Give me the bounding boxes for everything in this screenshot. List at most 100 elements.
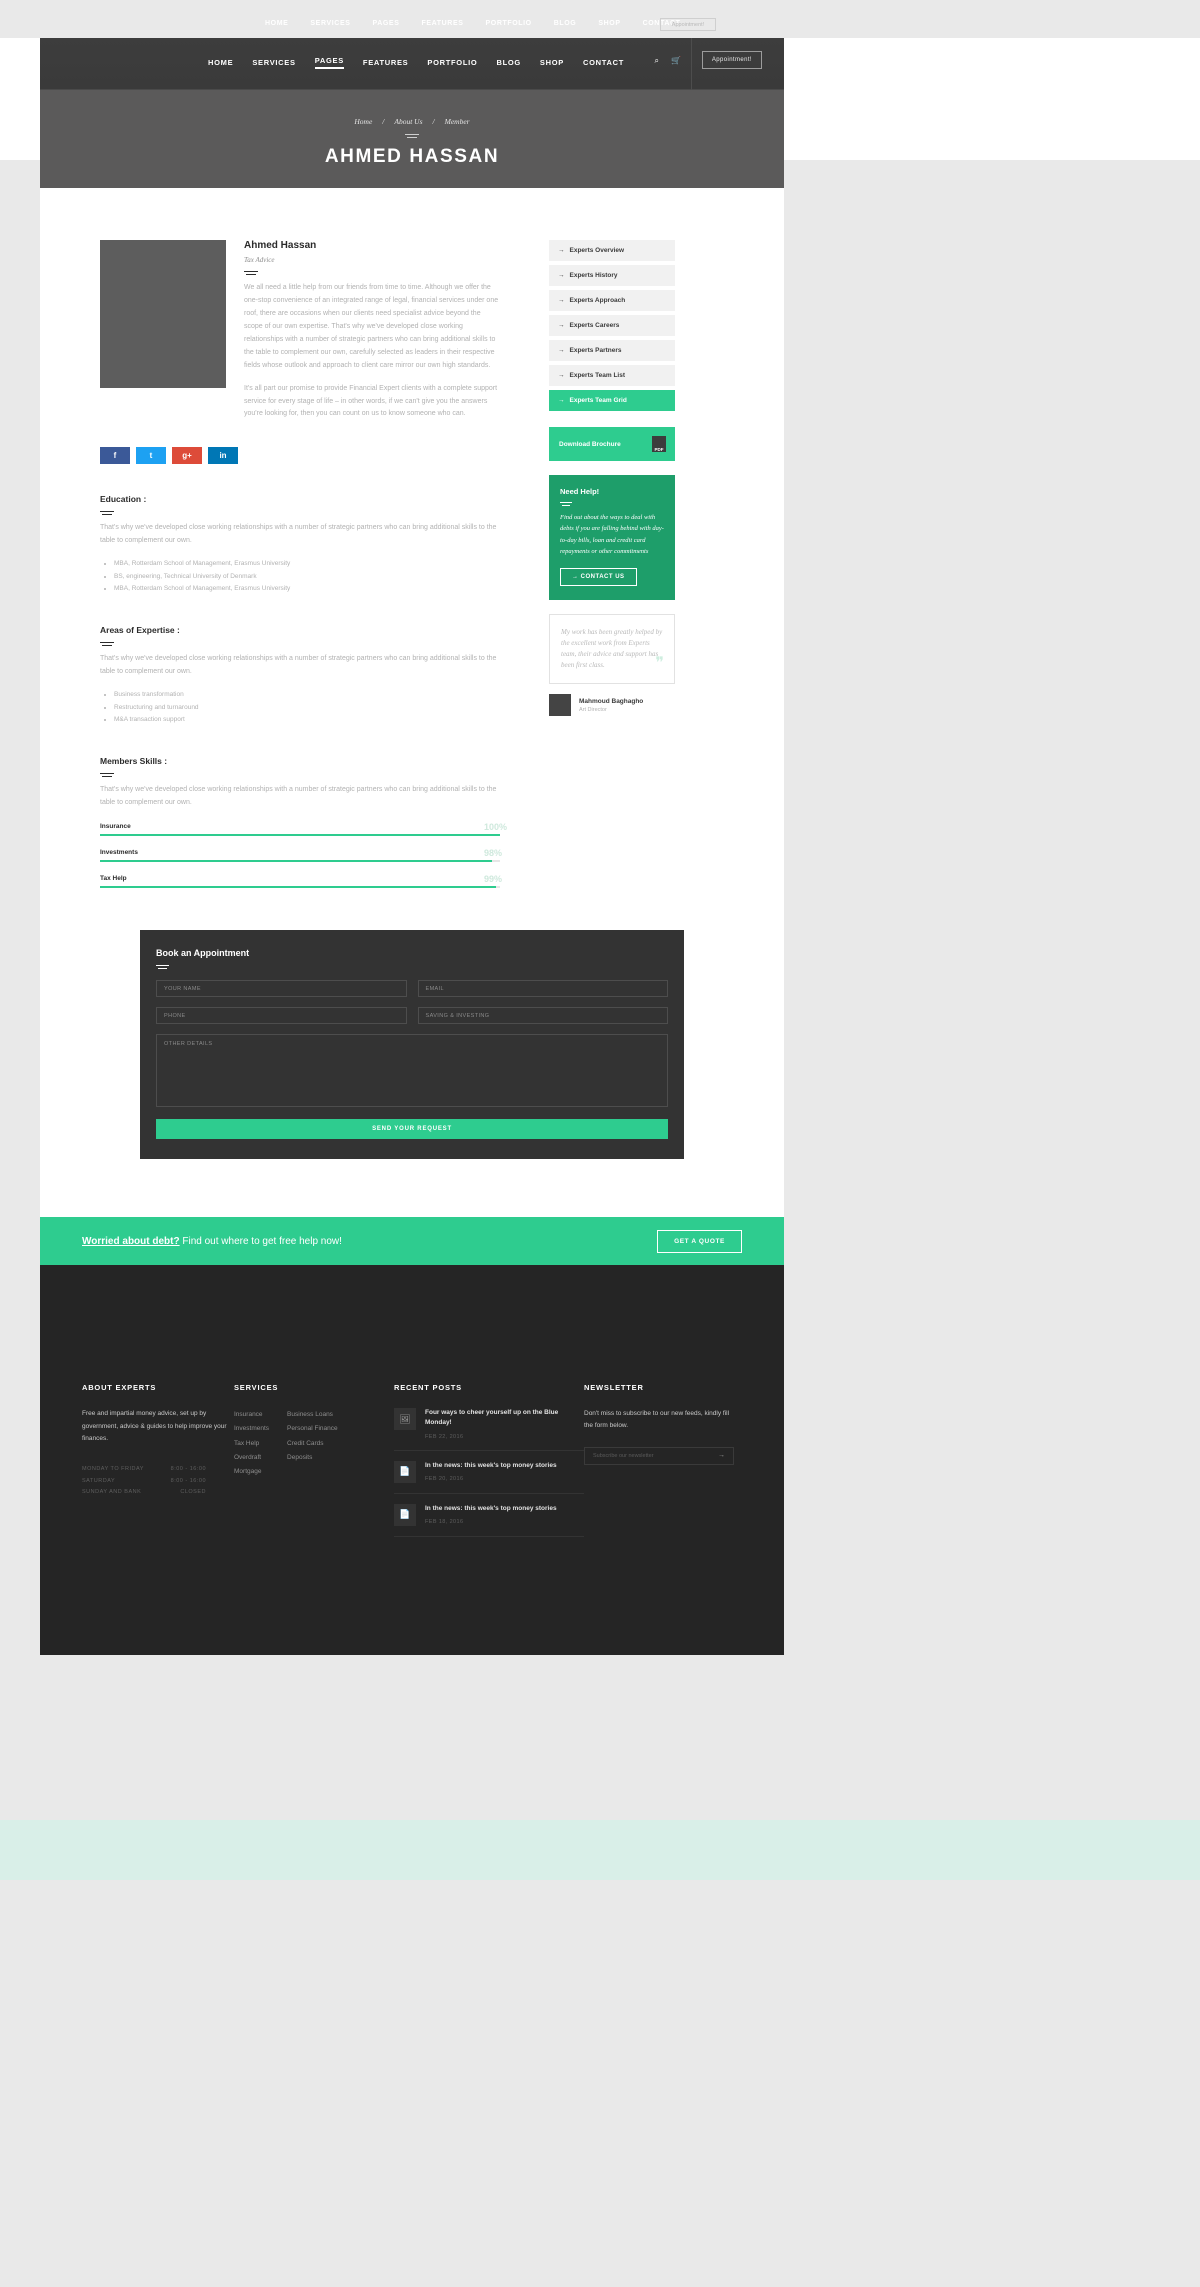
breadcrumb-item[interactable]: Member bbox=[445, 117, 470, 126]
newsletter-submit-icon[interactable]: → bbox=[718, 1452, 725, 1459]
sidebar-item-experts-team-grid[interactable]: → Experts Team Grid bbox=[549, 390, 675, 411]
subject-input[interactable]: SAVING & INVESTING bbox=[417, 1007, 668, 1025]
skill-bars: Insurance 100% Investments 98% Tax Help … bbox=[100, 822, 507, 889]
nav-item-home[interactable]: HOME bbox=[208, 58, 233, 67]
arrow-icon: → bbox=[558, 397, 565, 404]
twitter-icon[interactable]: t bbox=[136, 447, 166, 465]
ghost-nav-item[interactable]: FEATURES bbox=[421, 20, 463, 27]
footer-about: ABOUT EXPERTS Free and impartial money a… bbox=[82, 1383, 234, 1547]
get-a-quote-button[interactable]: GET A QUOTE bbox=[657, 1229, 742, 1253]
post-date: FEB 22, 2016 bbox=[425, 1433, 464, 1440]
your-name-input[interactable]: YOUR NAME bbox=[156, 980, 407, 998]
google-plus-icon[interactable]: g+ bbox=[172, 447, 202, 465]
office-hours: MONDAY TO FRIDAY 8:00 - 16:00 SATURDAY 8:0… bbox=[82, 1464, 234, 1499]
hours-row: SATURDAY 8:00 - 16:00 bbox=[82, 1476, 206, 1488]
skill-item: Tax Help 99% bbox=[100, 874, 502, 889]
contact-us-button[interactable]: → CONTACT US bbox=[560, 567, 637, 586]
nav-item-pages[interactable]: PAGES bbox=[314, 56, 344, 69]
arrow-icon: → bbox=[558, 372, 565, 379]
section-expertise: Areas of Expertise : That's why we've de… bbox=[100, 625, 500, 726]
testimonial-author: Mahmoud Baghagho Art Director bbox=[549, 694, 675, 717]
service-link[interactable]: Mortgage bbox=[234, 1465, 269, 1479]
hours-day: SATURDAY bbox=[82, 1477, 116, 1484]
service-link[interactable]: Investments bbox=[234, 1422, 269, 1436]
breadcrumb-item[interactable]: Home bbox=[354, 117, 372, 126]
sidebar-item-experts-history[interactable]: → Experts History bbox=[549, 265, 675, 286]
nav-item-contact[interactable]: CONTACT bbox=[583, 58, 624, 67]
search-icon[interactable]: ⌕ bbox=[655, 56, 659, 66]
skill-fill bbox=[100, 860, 492, 863]
list-item[interactable]: 🖼 Four ways to cheer yourself up on the … bbox=[394, 1408, 584, 1451]
ghost-nav-item[interactable]: HOME bbox=[265, 20, 288, 27]
service-link[interactable]: Credit Cards bbox=[287, 1437, 338, 1451]
section-title: Education : bbox=[100, 494, 147, 505]
cart-icon[interactable]: 🛒 bbox=[671, 56, 681, 66]
list-item[interactable]: 📄 In the news: this week's top money sto… bbox=[394, 1503, 584, 1537]
skill-percent: 100% bbox=[484, 822, 508, 833]
list-item[interactable]: 📄 In the news: this week's top money sto… bbox=[394, 1460, 584, 1494]
nav-item-features[interactable]: FEATURES bbox=[363, 58, 408, 67]
hours-time: CLOSED bbox=[180, 1489, 206, 1496]
skill-name: Tax Help bbox=[100, 875, 127, 883]
main-content: Ahmed Hassan Tax Advice We all need a li… bbox=[40, 188, 784, 1173]
appointment-button[interactable]: Appointment! bbox=[701, 51, 762, 69]
service-link[interactable]: Personal Finance bbox=[287, 1422, 338, 1436]
linkedin-icon[interactable]: in bbox=[208, 447, 238, 465]
need-help-text: Find out about the ways to deal with deb… bbox=[560, 514, 664, 556]
skill-track: 99% bbox=[100, 874, 502, 889]
section-intro: That's why we've developed close working… bbox=[100, 786, 497, 807]
skill-percent: 99% bbox=[484, 874, 503, 885]
sidebar-item-experts-team-list[interactable]: → Experts Team List bbox=[549, 365, 675, 386]
debt-cta-bold: Worried about debt? bbox=[82, 1235, 180, 1247]
ghost-nav-item[interactable]: PORTFOLIO bbox=[486, 20, 532, 27]
phone-input[interactable]: PHONE bbox=[156, 1007, 407, 1025]
sidebar-item-experts-overview[interactable]: → Experts Overview bbox=[549, 240, 675, 261]
sidebar-item-experts-approach[interactable]: → Experts Approach bbox=[549, 290, 675, 311]
skill-item: Insurance 100% bbox=[100, 822, 507, 837]
image-icon: 🖼 bbox=[394, 1408, 416, 1430]
divider-icon bbox=[100, 642, 114, 647]
nav-item-services[interactable]: SERVICES bbox=[252, 58, 295, 67]
breadcrumb-item[interactable]: About Us bbox=[394, 117, 422, 126]
sidebar: → Experts Overview → Experts History → Expe… bbox=[549, 240, 675, 888]
divider-icon bbox=[100, 773, 114, 778]
debt-cta-rest: Find out where to get free help now! bbox=[179, 1235, 342, 1247]
send-request-button[interactable]: SEND YOUR REQUEST bbox=[156, 1119, 668, 1140]
section-title: Members Skills : bbox=[100, 756, 168, 767]
debt-cta-banner: Worried about debt? Find out where to ge… bbox=[40, 1217, 784, 1265]
service-link[interactable]: Business Loans bbox=[287, 1408, 338, 1422]
nav-item-shop[interactable]: SHOP bbox=[540, 58, 564, 67]
service-link[interactable]: Insurance bbox=[234, 1408, 269, 1422]
nav-item-portfolio[interactable]: PORTFOLIO bbox=[427, 58, 477, 67]
service-link[interactable]: Overdraft bbox=[234, 1451, 269, 1465]
arrow-icon: → bbox=[558, 322, 565, 329]
header-icons: ⌕ 🛒 bbox=[655, 56, 681, 66]
service-link[interactable]: Tax Help bbox=[234, 1437, 269, 1451]
ghost-nav-item[interactable]: PAGES bbox=[372, 20, 399, 27]
list-item: MBA, Rotterdam School of Management, Era… bbox=[114, 558, 500, 570]
ghost-nav-item[interactable]: SHOP bbox=[598, 20, 620, 27]
skill-track: 98% bbox=[100, 848, 502, 863]
testimonial-quote: My work has been greatly helped by the e… bbox=[561, 627, 663, 670]
header-divider bbox=[691, 38, 692, 90]
hours-row: SUNDAY AND BANK CLOSED bbox=[82, 1487, 206, 1499]
sidebar-item-experts-partners[interactable]: → Experts Partners bbox=[549, 340, 675, 361]
arrow-icon: → bbox=[558, 247, 565, 254]
footer-about-text: Free and impartial money advice, set up … bbox=[82, 1410, 227, 1443]
nav-item-blog[interactable]: BLOG bbox=[496, 58, 520, 67]
facebook-icon[interactable]: f bbox=[100, 447, 130, 465]
ghost-nav-item[interactable]: BLOG bbox=[554, 20, 577, 27]
download-brochure-widget[interactable]: Download Brochure PDF bbox=[549, 427, 675, 461]
sidebar-item-experts-careers[interactable]: → Experts Careers bbox=[549, 315, 675, 336]
expertise-list: Business transformationRestructuring and… bbox=[114, 689, 500, 726]
ghost-appointment-button[interactable]: Appointment! bbox=[660, 18, 716, 31]
footer-services: SERVICES Insurance Investments Tax Help Ove… bbox=[234, 1383, 394, 1547]
arrow-icon: → bbox=[558, 347, 565, 354]
skill-name: Insurance bbox=[100, 823, 131, 831]
service-link[interactable]: Deposits bbox=[287, 1451, 338, 1465]
other-details-textarea[interactable]: OTHER DETAILS bbox=[156, 1034, 668, 1108]
ghost-nav-item[interactable]: SERVICES bbox=[310, 20, 350, 27]
newsletter-form[interactable]: Subscribe our newsletter → bbox=[584, 1446, 734, 1465]
newsletter-input[interactable]: Subscribe our newsletter bbox=[593, 1453, 654, 1459]
email-input[interactable]: EMAIL bbox=[417, 980, 668, 998]
